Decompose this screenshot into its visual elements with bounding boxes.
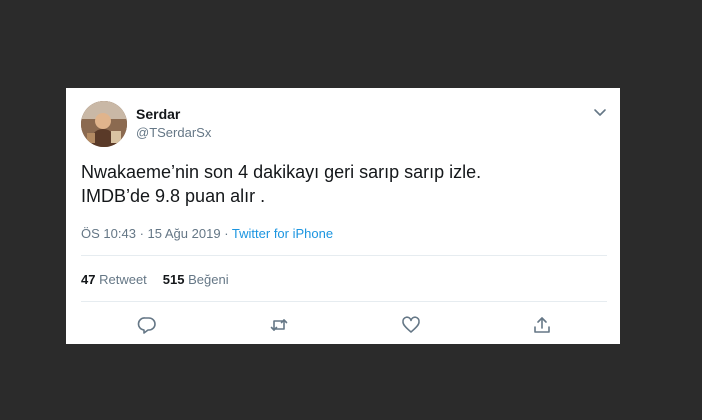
like-count: 515 — [162, 272, 185, 287]
retweet-stat[interactable]: 47 Retweet — [81, 272, 147, 287]
tweet-card: Serdar @TSerdarSx Nwakaeme’nin son 4 dak… — [66, 88, 620, 344]
tweet-meta: ÖS 10:43 · 15 Ağu 2019 · Twitter for iPh… — [81, 226, 333, 241]
like-label: Beğeni — [188, 272, 229, 287]
tweet-stats: 47 Retweet 515 Beğeni — [81, 272, 245, 287]
tweet-text: Nwakaeme’nin son 4 dakikayı geri sarıp s… — [81, 160, 601, 208]
tweet-text-line-2: IMDB’de 9.8 puan alır . — [81, 186, 266, 206]
meta-separator: · — [224, 226, 229, 241]
tweet-time[interactable]: ÖS 10:43 — [81, 226, 136, 241]
share-icon[interactable] — [531, 314, 553, 336]
retweet-icon[interactable] — [268, 314, 290, 336]
tweet-text-line-1: Nwakaeme’nin son 4 dakikayı geri sarıp s… — [81, 162, 482, 182]
reply-icon[interactable] — [136, 314, 158, 336]
meta-separator: · — [139, 226, 144, 241]
tweet-date[interactable]: 15 Ağu 2019 — [148, 226, 221, 241]
heart-icon[interactable] — [400, 314, 422, 336]
tweet-source-link[interactable]: Twitter for iPhone — [232, 226, 333, 241]
avatar[interactable] — [81, 101, 127, 147]
user-name[interactable]: Serdar — [136, 106, 180, 122]
chevron-down-icon[interactable] — [592, 104, 608, 120]
retweet-label: Retweet — [99, 272, 147, 287]
divider — [81, 301, 607, 302]
divider — [81, 255, 607, 256]
retweet-count: 47 — [81, 272, 96, 287]
like-stat[interactable]: 515 Beğeni — [163, 272, 229, 287]
user-handle[interactable]: @TSerdarSx — [136, 125, 211, 140]
